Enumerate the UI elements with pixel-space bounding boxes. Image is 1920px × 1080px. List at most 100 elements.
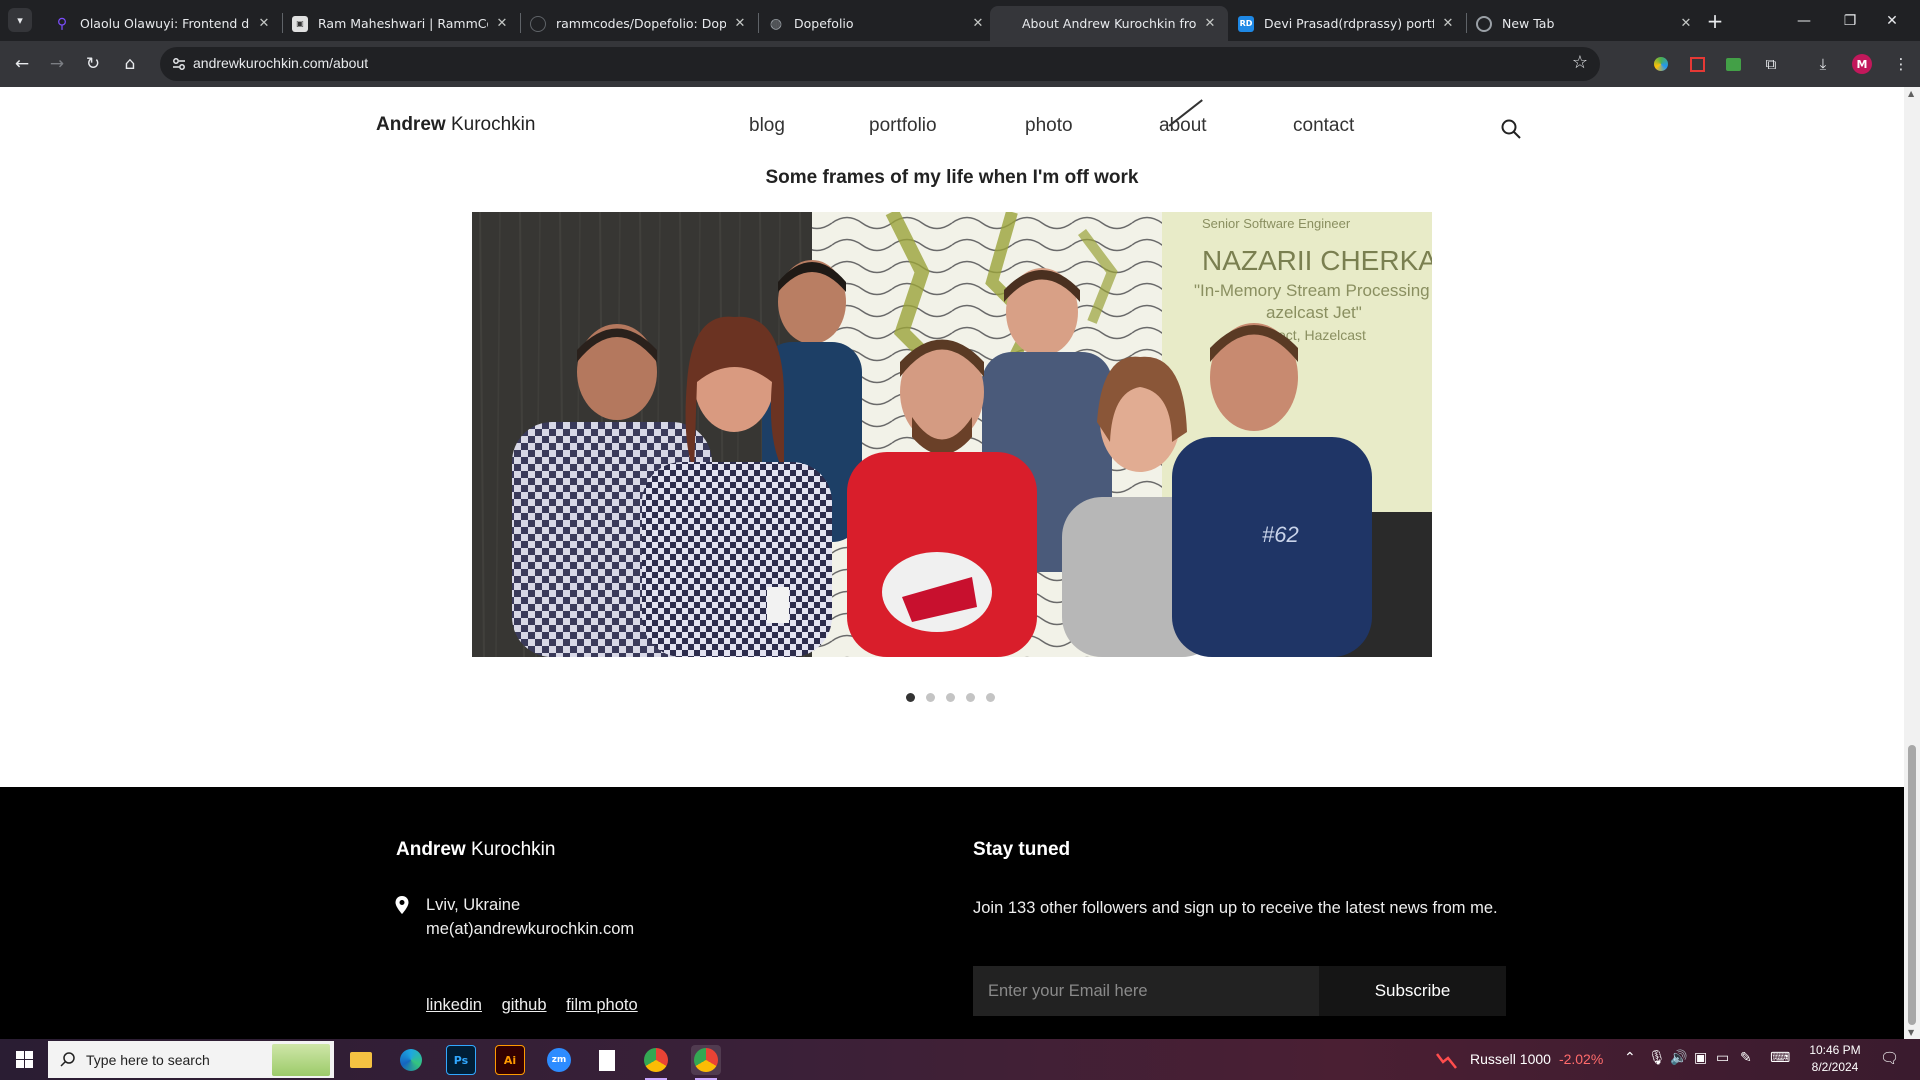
email-input[interactable] <box>973 966 1319 1016</box>
extensions-puzzle-icon[interactable]: ⧉ <box>1760 53 1782 75</box>
logo-first-name: Andrew <box>376 114 446 135</box>
nav-contact[interactable]: contact <box>1293 115 1354 137</box>
windows-logo-icon <box>15 1051 33 1068</box>
extension-colorful-icon[interactable] <box>1650 53 1672 75</box>
tab-ram-maheshwari[interactable]: ▣ Ram Maheshwari | RammCodes ✕ <box>282 6 520 41</box>
illustrator-icon[interactable]: Ai <box>495 1045 525 1075</box>
carousel-dot-2[interactable] <box>926 693 935 702</box>
tab-about-andrew[interactable]: About Andrew Kurochkin from ✕ <box>990 6 1228 41</box>
footer-logo-first: Andrew <box>396 839 466 860</box>
microphone-icon[interactable]: 🎙 <box>1648 1050 1666 1066</box>
notepad-icon[interactable] <box>592 1045 622 1075</box>
tab-olaolu[interactable]: ⚲ Olaolu Olawuyi: Frontend deve ✕ <box>44 6 282 41</box>
location-pin-icon <box>395 896 409 914</box>
ticker-change: -2.02% <box>1558 1051 1604 1067</box>
clock-time: 10:46 PM <box>1809 1043 1861 1057</box>
scroll-down-arrow-icon[interactable]: ▼ <box>1908 1028 1914 1037</box>
carousel-dot-3[interactable] <box>946 693 955 702</box>
windows-taskbar: Type here to search Ps Ai zm Russell 100… <box>0 1039 1920 1080</box>
tab-search-button[interactable]: ▾ <box>8 8 32 32</box>
keyboard-icon[interactable]: ⌨ <box>1770 1050 1790 1066</box>
link-github[interactable]: github <box>502 996 547 1014</box>
pen-icon[interactable]: ✎ <box>1740 1050 1752 1066</box>
file-explorer-icon[interactable] <box>346 1045 376 1075</box>
slide-text-line4: azelcast Jet" <box>1266 303 1362 322</box>
downloads-icon[interactable]: ⤓ <box>1812 53 1834 75</box>
chrome-profile-icon[interactable] <box>691 1045 721 1080</box>
chrome-icon[interactable] <box>641 1045 671 1080</box>
close-window-button[interactable]: ✕ <box>1864 0 1920 41</box>
notification-icon[interactable]: 🗨 <box>1880 1049 1899 1067</box>
footer-logo-last: Kurochkin <box>470 839 556 860</box>
github-icon <box>530 15 546 32</box>
speaker-icon[interactable]: 🔊 <box>1670 1050 1687 1066</box>
chevron-up-icon[interactable]: ⌃ <box>1624 1050 1636 1066</box>
slide-text-line3: "In-Memory Stream Processing <box>1194 281 1430 300</box>
close-icon[interactable]: ✕ <box>1440 16 1456 31</box>
close-icon[interactable]: ✕ <box>732 16 748 31</box>
link-linkedin[interactable]: linkedin <box>426 996 482 1014</box>
profile-avatar[interactable]: M <box>1852 54 1872 74</box>
system-clock[interactable]: 10:46 PM 8/2/2024 <box>1800 1042 1870 1076</box>
scroll-thumb[interactable] <box>1908 745 1916 1025</box>
site-info-icon[interactable] <box>170 55 188 73</box>
menu-kebab-icon[interactable]: ⋮ <box>1890 53 1912 75</box>
network-icon[interactable]: ▭ <box>1716 1050 1729 1066</box>
ticker-name: Russell 1000 <box>1470 1051 1551 1067</box>
url-text[interactable]: andrewkurochkin.com/about <box>193 55 368 71</box>
taskbar-search-placeholder: Type here to search <box>86 1051 210 1068</box>
address-bar[interactable]: andrewkurochkin.com/about ☆ <box>160 47 1600 81</box>
browser-tab-strip: ▾ ⚲ Olaolu Olawuyi: Frontend deve ✕ ▣ Ra… <box>0 0 1920 41</box>
search-icon[interactable] <box>1500 118 1522 140</box>
stock-chart-icon[interactable] <box>1436 1045 1458 1075</box>
scroll-up-arrow-icon[interactable]: ▲ <box>1908 89 1914 98</box>
carousel-dot-5[interactable] <box>986 693 995 702</box>
close-icon[interactable]: ✕ <box>1202 16 1218 31</box>
stock-ticker[interactable]: Russell 1000 -2.02% <box>1470 1051 1603 1067</box>
home-button[interactable]: ⌂ <box>116 50 144 78</box>
edge-icon[interactable] <box>396 1045 426 1075</box>
back-button[interactable]: ← <box>8 50 36 78</box>
tab-devi-prasad[interactable]: RD Devi Prasad(rdprassy) portfolio ✕ <box>1228 6 1466 41</box>
extension-green-icon[interactable] <box>1722 53 1744 75</box>
carousel-slide-photo[interactable]: Senior Software Engineer NAZARII CHERKAS… <box>472 212 1432 657</box>
close-icon[interactable]: ✕ <box>1678 16 1694 31</box>
nav-photo[interactable]: photo <box>1025 115 1073 137</box>
globe-icon: ◍ <box>769 15 783 32</box>
nav-blog[interactable]: blog <box>749 115 785 137</box>
logo-last-name: Kurochkin <box>450 114 536 135</box>
tab-new-tab[interactable]: New Tab ✕ <box>1466 6 1704 41</box>
bookmark-star-icon[interactable]: ☆ <box>1572 52 1588 73</box>
group-photo-image: Senior Software Engineer NAZARII CHERKAS… <box>472 212 1432 657</box>
close-icon[interactable]: ✕ <box>970 16 986 31</box>
extension-red-icon[interactable] <box>1686 53 1708 75</box>
carousel-dot-1[interactable] <box>906 693 915 702</box>
taskbar-search-box[interactable]: Type here to search <box>48 1041 334 1078</box>
close-icon[interactable]: ✕ <box>256 16 272 31</box>
start-button[interactable] <box>0 1039 48 1080</box>
subscribe-description: Join 133 other followers and sign up to … <box>973 899 1498 917</box>
zoom-icon[interactable]: zm <box>544 1045 574 1075</box>
footer-logo[interactable]: Andrew Kurochkin <box>396 839 555 861</box>
link-film-photo[interactable]: film photo <box>566 996 638 1014</box>
reload-button[interactable]: ↻ <box>79 50 107 78</box>
tab-dopefolio-github[interactable]: rammcodes/Dopefolio: Dopefo ✕ <box>520 6 758 41</box>
forward-button[interactable]: → <box>43 50 71 78</box>
site-logo[interactable]: Andrew Kurochkin <box>376 114 535 136</box>
new-tab-button[interactable]: + <box>1702 8 1728 34</box>
camera-icon[interactable]: ▣ <box>1694 1050 1707 1066</box>
footer-city: Lviv, Ukraine <box>426 896 521 914</box>
close-icon[interactable]: ✕ <box>494 16 510 31</box>
clock-date: 8/2/2024 <box>1811 1060 1859 1074</box>
tab-dopefolio[interactable]: ◍ Dopefolio ✕ <box>758 6 996 41</box>
nav-about[interactable]: about <box>1159 115 1207 137</box>
page-scrollbar[interactable]: ▲ ▼ <box>1904 87 1920 1039</box>
nav-portfolio[interactable]: portfolio <box>869 115 937 137</box>
subscribe-button[interactable]: Subscribe <box>1319 966 1506 1016</box>
svg-text:#62: #62 <box>1262 522 1299 547</box>
carousel-dot-4[interactable] <box>966 693 975 702</box>
photoshop-icon[interactable]: Ps <box>446 1045 476 1075</box>
search-icon <box>60 1052 75 1067</box>
slide-text-line2: NAZARII CHERKAS <box>1202 245 1432 276</box>
tab-title: Olaolu Olawuyi: Frontend deve <box>80 16 250 31</box>
